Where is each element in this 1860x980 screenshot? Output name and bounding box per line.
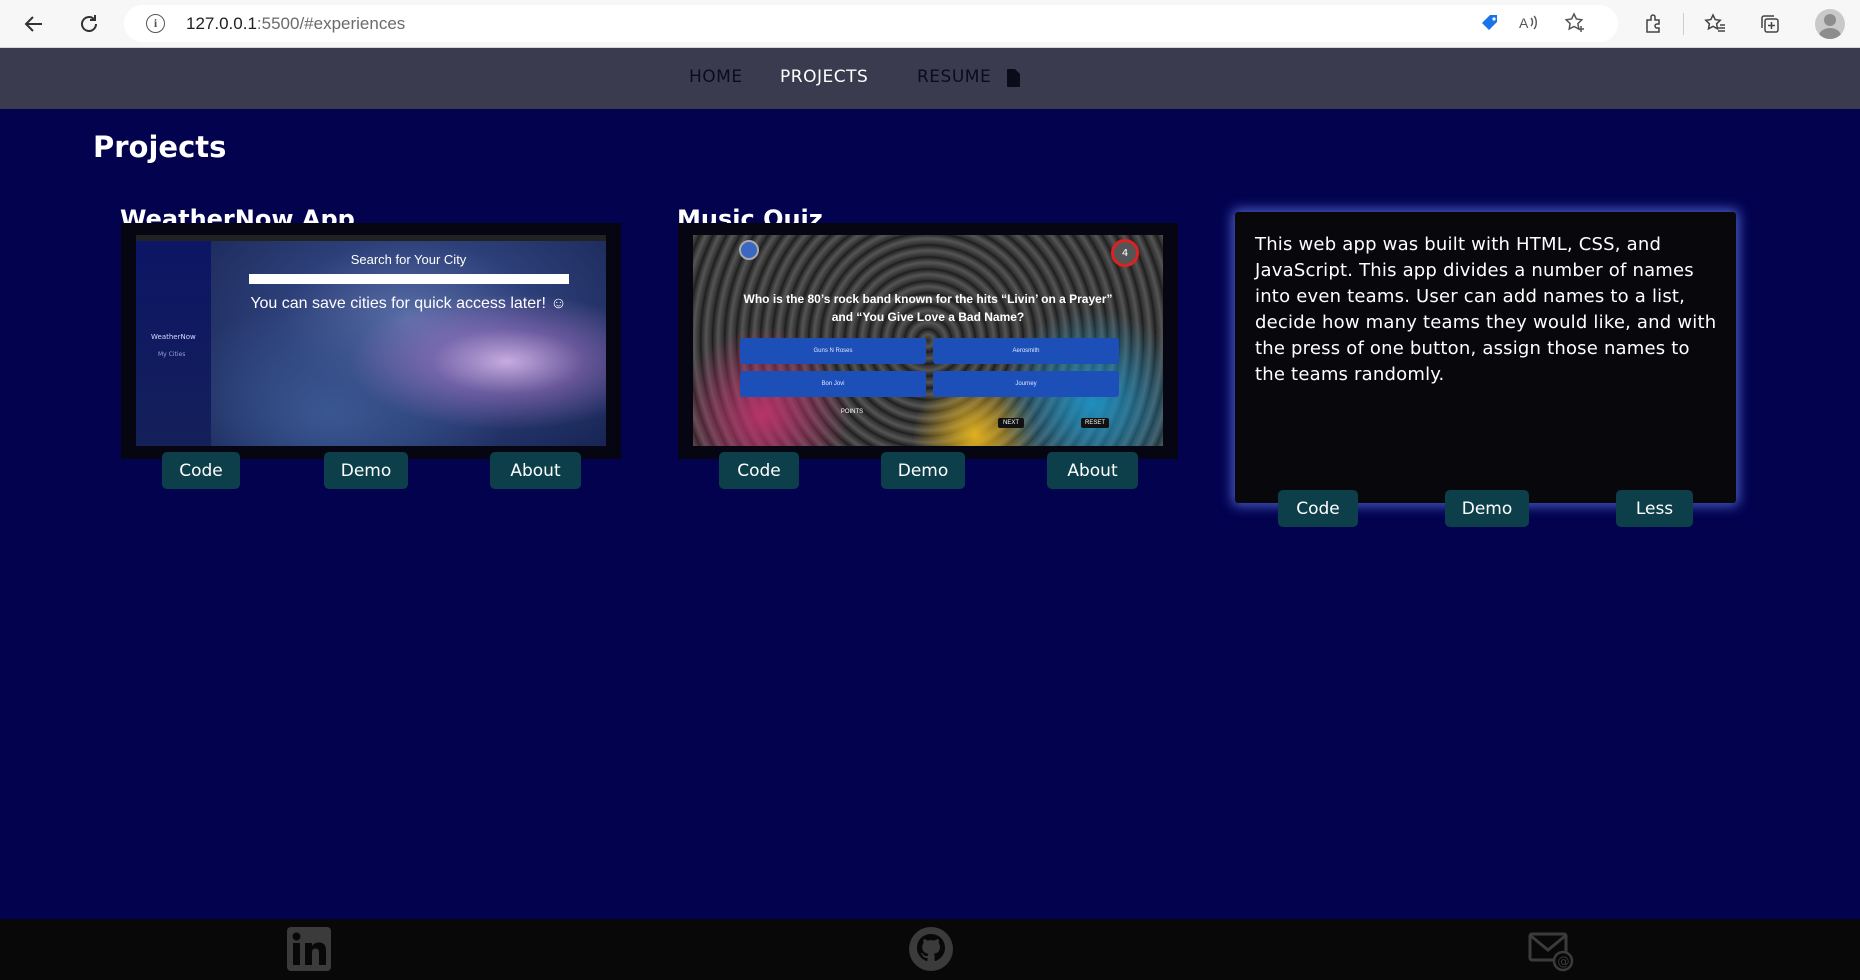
team-generator-less-button[interactable]: Less (1616, 490, 1693, 527)
quiz-option: Bon Jovi (740, 371, 926, 397)
collections-icon[interactable] (1756, 10, 1784, 38)
github-icon[interactable] (908, 926, 954, 972)
quiz-question: Who is the 80’s rock band known for the … (743, 292, 1113, 324)
team-generator-code-button[interactable]: Code (1278, 490, 1358, 527)
profile-avatar[interactable] (1815, 9, 1845, 39)
resume-file-icon[interactable] (1007, 69, 1020, 87)
quiz-points-label: POINTS (840, 409, 864, 415)
weathernow-screenshot: WeatherNow My Cities Search for Your Cit… (136, 235, 606, 446)
reload-button[interactable] (73, 8, 105, 40)
weathernow-search-heading: Search for Your City (350, 252, 467, 267)
music-quiz-demo-button[interactable]: Demo (881, 452, 965, 489)
svg-text:@: @ (1558, 955, 1570, 969)
quiz-next-button: NEXT (998, 418, 1024, 428)
weathernow-save-message: You can save cities for quick access lat… (250, 295, 567, 312)
site-info-icon[interactable]: i (146, 14, 165, 33)
team-generator-demo-button[interactable]: Demo (1445, 490, 1529, 527)
site-navbar: HOME PROJECTS RESUME (0, 48, 1860, 109)
weathernow-sidebar-title: WeatherNow (151, 333, 196, 341)
browser-toolbar: i 127.0.0.1:5500/#experiences A (0, 0, 1860, 48)
price-tag-icon[interactable] (1476, 9, 1504, 37)
weathernow-sidebar-item: My Cities (158, 351, 186, 358)
nav-projects[interactable]: PROJECTS (780, 67, 868, 87)
add-favorite-icon[interactable] (1561, 9, 1589, 37)
reload-icon (81, 15, 97, 32)
back-button[interactable] (18, 8, 50, 40)
email-icon[interactable]: @ (1528, 926, 1574, 972)
address-bar[interactable]: i 127.0.0.1:5500/#experiences A (124, 5, 1618, 42)
team-generator-description: This web app was built with HTML, CSS, a… (1255, 234, 1717, 385)
url-path: :5500/#experiences (256, 14, 406, 33)
quiz-option: Journey (933, 371, 1119, 397)
page-title: Projects (93, 130, 227, 164)
linkedin-icon[interactable] (286, 926, 332, 972)
url-host: 127.0.0.1 (186, 14, 257, 33)
weathernow-sidebar: WeatherNow My Cities (136, 235, 211, 446)
music-quiz-screenshot: 4 Who is the 80’s rock band known for th… (693, 235, 1163, 446)
weathernow-search-input (249, 274, 569, 284)
quiz-globe-icon (739, 240, 759, 260)
music-quiz-code-button[interactable]: Code (719, 452, 799, 489)
weathernow-code-button[interactable]: Code (162, 452, 240, 489)
toolbar-separator (1683, 13, 1684, 35)
quiz-option: Guns N Roses (740, 338, 926, 364)
url-text[interactable]: 127.0.0.1:5500/#experiences (186, 14, 405, 34)
nav-resume[interactable]: RESUME (917, 67, 991, 87)
extensions-icon[interactable] (1640, 10, 1668, 38)
read-aloud-icon[interactable]: A (1514, 9, 1542, 37)
quiz-option: Aerosmith (933, 338, 1119, 364)
svg-text:A: A (1519, 15, 1529, 31)
weathernow-about-button[interactable]: About (490, 452, 581, 489)
back-arrow-icon (24, 16, 42, 32)
weathernow-browser-strip (136, 235, 606, 241)
quiz-timer-badge: 4 (1111, 239, 1139, 267)
quiz-reset-button: RESET (1081, 418, 1109, 428)
nav-home[interactable]: HOME (689, 67, 743, 87)
music-quiz-about-button[interactable]: About (1047, 452, 1138, 489)
weathernow-demo-button[interactable]: Demo (324, 452, 408, 489)
favorites-icon[interactable] (1701, 10, 1729, 38)
